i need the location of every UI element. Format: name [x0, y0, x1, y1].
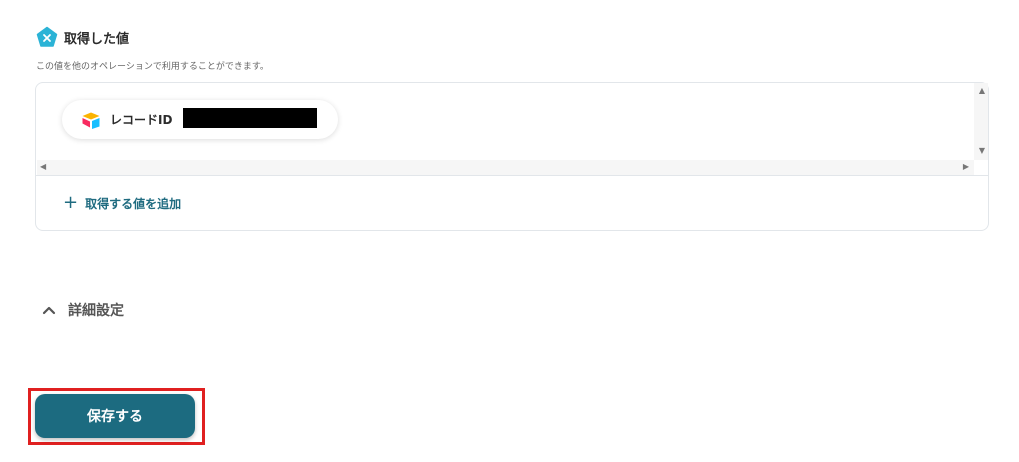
- add-value-label: 取得する値を追加: [85, 196, 182, 211]
- chevron-up-icon: [42, 306, 56, 315]
- advanced-settings-label: 詳細設定: [68, 303, 124, 319]
- add-value-button[interactable]: + 取得する値を追加: [63, 194, 181, 212]
- plus-icon: +: [63, 192, 79, 213]
- step-settings-panel: 取得した値 この値を他のオペレーションで利用することができます。 レコードID …: [0, 0, 1019, 462]
- save-button[interactable]: 保存する: [35, 394, 195, 438]
- values-scroll-area[interactable]: レコードID ▲ ▼ ◀ ▶: [36, 83, 988, 176]
- horizontal-scrollbar[interactable]: [37, 160, 974, 175]
- scroll-left-icon[interactable]: ◀: [40, 163, 46, 171]
- scroll-right-icon[interactable]: ▶: [963, 163, 969, 171]
- vertical-scrollbar[interactable]: ▲ ▼: [974, 83, 988, 160]
- scroll-up-icon[interactable]: ▲: [979, 87, 985, 95]
- value-chip-label: レコードID: [110, 113, 173, 127]
- redacted-value: [183, 108, 317, 128]
- advanced-settings-toggle[interactable]: 詳細設定: [42, 300, 124, 320]
- section-title: 取得した値: [64, 31, 130, 47]
- section-header: 取得した値: [36, 26, 129, 48]
- acquired-values-box: レコードID ▲ ▼ ◀ ▶ + 取得する値を追加: [35, 82, 989, 231]
- scroll-down-icon[interactable]: ▼: [979, 147, 985, 155]
- section-description: この値を他のオペレーションで利用することができます。: [36, 62, 269, 72]
- airtable-icon: [82, 112, 100, 129]
- value-chip-record-id[interactable]: レコードID: [62, 100, 338, 139]
- yoom-pentagon-icon: [36, 26, 58, 47]
